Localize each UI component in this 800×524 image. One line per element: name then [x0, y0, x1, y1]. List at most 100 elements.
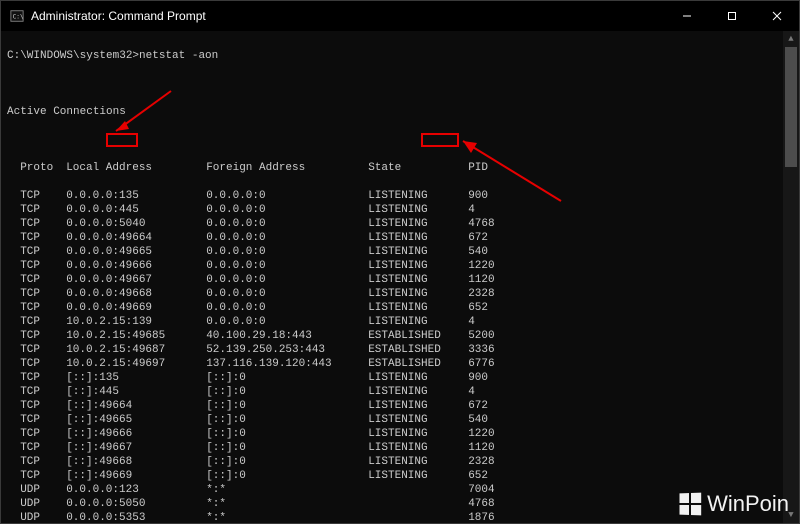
cell-pid: 7004	[468, 483, 518, 497]
netstat-row: TCP[::]:49667[::]:0LISTENING1120	[7, 441, 793, 455]
cell-proto: TCP	[20, 469, 66, 483]
cell-proto: TCP	[20, 189, 66, 203]
cell-foreign: 0.0.0.0:0	[206, 231, 368, 245]
cell-foreign: *:*	[206, 483, 368, 497]
cell-local: 10.0.2.15:139	[66, 315, 206, 329]
netstat-row: TCP0.0.0.0:50400.0.0.0:0LISTENING4768	[7, 217, 793, 231]
watermark-text: WinPoin	[707, 491, 789, 517]
cell-foreign: 40.100.29.18:443	[206, 329, 368, 343]
svg-text:C:\: C:\	[13, 14, 24, 21]
command-text: netstat -aon	[139, 50, 218, 62]
cell-proto: TCP	[20, 231, 66, 245]
col-pid: PID	[468, 161, 518, 175]
cell-pid: 672	[468, 399, 518, 413]
cell-proto: TCP	[20, 245, 66, 259]
cell-local: 0.0.0.0:5050	[66, 497, 206, 511]
scrollbar-up-icon[interactable]: ▲	[783, 31, 799, 47]
cell-proto: TCP	[20, 385, 66, 399]
cell-local: 0.0.0.0:445	[66, 203, 206, 217]
cell-state: ESTABLISHED	[368, 329, 468, 343]
cell-pid: 4	[468, 315, 518, 329]
terminal-output[interactable]: C:\WINDOWS\system32>netstat -aon Active …	[1, 31, 799, 523]
cell-pid: 652	[468, 301, 518, 315]
cell-foreign: 0.0.0.0:0	[206, 287, 368, 301]
cell-state: LISTENING	[368, 385, 468, 399]
cell-state: LISTENING	[368, 315, 468, 329]
cell-local: 0.0.0.0:135	[66, 189, 206, 203]
cell-foreign: [::]:0	[206, 441, 368, 455]
cell-pid: 540	[468, 413, 518, 427]
cell-state: LISTENING	[368, 455, 468, 469]
cell-proto: UDP	[20, 483, 66, 497]
scrollbar[interactable]: ▲ ▼	[783, 31, 799, 523]
minimize-button[interactable]	[664, 1, 709, 31]
cell-proto: TCP	[20, 399, 66, 413]
cell-state: ESTABLISHED	[368, 343, 468, 357]
cell-state: LISTENING	[368, 217, 468, 231]
cell-proto: TCP	[20, 287, 66, 301]
prompt-path: C:\WINDOWS\system32>	[7, 50, 139, 62]
netstat-row: UDP0.0.0.0:5353*:*1876	[7, 511, 793, 523]
maximize-button[interactable]	[709, 1, 754, 31]
cell-proto: TCP	[20, 371, 66, 385]
cell-pid: 1876	[468, 511, 518, 523]
section-header: Active Connections	[7, 105, 793, 119]
cell-state: LISTENING	[368, 245, 468, 259]
cell-pid: 3336	[468, 343, 518, 357]
cell-foreign: [::]:0	[206, 427, 368, 441]
netstat-row: TCP0.0.0.0:496690.0.0.0:0LISTENING652	[7, 301, 793, 315]
window-title: Administrator: Command Prompt	[31, 9, 206, 23]
rows-container: TCP0.0.0.0:1350.0.0.0:0LISTENING900 TCP0…	[7, 189, 793, 523]
netstat-row: TCP0.0.0.0:496670.0.0.0:0LISTENING1120	[7, 273, 793, 287]
cell-pid: 672	[468, 231, 518, 245]
cell-foreign: 0.0.0.0:0	[206, 273, 368, 287]
netstat-row: TCP10.0.2.15:4968540.100.29.18:443ESTABL…	[7, 329, 793, 343]
cell-foreign: 0.0.0.0:0	[206, 217, 368, 231]
cell-local: 0.0.0.0:5040	[66, 217, 206, 231]
cell-proto: TCP	[20, 273, 66, 287]
netstat-row: TCP10.0.2.15:4968752.139.250.253:443ESTA…	[7, 343, 793, 357]
cell-proto: TCP	[20, 329, 66, 343]
netstat-row: TCP[::]:135[::]:0LISTENING900	[7, 371, 793, 385]
netstat-row: TCP0.0.0.0:496650.0.0.0:0LISTENING540	[7, 245, 793, 259]
cell-local: [::]:49667	[66, 441, 206, 455]
netstat-row: TCP[::]:445[::]:0LISTENING4	[7, 385, 793, 399]
netstat-row: TCP[::]:49665[::]:0LISTENING540	[7, 413, 793, 427]
cell-pid: 4768	[468, 217, 518, 231]
cell-pid: 900	[468, 189, 518, 203]
netstat-row: TCP0.0.0.0:1350.0.0.0:0LISTENING900	[7, 189, 793, 203]
close-button[interactable]	[754, 1, 799, 31]
cell-state: LISTENING	[368, 301, 468, 315]
cell-pid: 5200	[468, 329, 518, 343]
cell-foreign: [::]:0	[206, 455, 368, 469]
cell-local: 10.0.2.15:49687	[66, 343, 206, 357]
cell-state: LISTENING	[368, 273, 468, 287]
cell-proto: TCP	[20, 217, 66, 231]
cell-local: 0.0.0.0:5353	[66, 511, 206, 523]
cell-local: 10.0.2.15:49697	[66, 357, 206, 371]
cell-local: 0.0.0.0:49667	[66, 273, 206, 287]
scrollbar-thumb[interactable]	[785, 47, 797, 167]
cell-pid: 4	[468, 203, 518, 217]
titlebar[interactable]: C:\ Administrator: Command Prompt	[1, 1, 799, 31]
cell-state: LISTENING	[368, 413, 468, 427]
cell-state: LISTENING	[368, 441, 468, 455]
cmd-icon: C:\	[9, 8, 25, 24]
cell-proto: UDP	[20, 497, 66, 511]
cell-state: LISTENING	[368, 371, 468, 385]
netstat-row: TCP0.0.0.0:496640.0.0.0:0LISTENING672	[7, 231, 793, 245]
cell-proto: TCP	[20, 343, 66, 357]
cell-pid: 1220	[468, 259, 518, 273]
cell-local: [::]:135	[66, 371, 206, 385]
cell-proto: TCP	[20, 413, 66, 427]
cell-foreign: 52.139.250.253:443	[206, 343, 368, 357]
cell-foreign: [::]:0	[206, 399, 368, 413]
netstat-row: TCP0.0.0.0:496660.0.0.0:0LISTENING1220	[7, 259, 793, 273]
cell-pid: 652	[468, 469, 518, 483]
cell-foreign: 0.0.0.0:0	[206, 189, 368, 203]
cell-foreign: *:*	[206, 511, 368, 523]
cell-state: LISTENING	[368, 469, 468, 483]
windows-logo-icon	[680, 493, 702, 516]
cell-state: LISTENING	[368, 287, 468, 301]
cell-pid: 1220	[468, 427, 518, 441]
